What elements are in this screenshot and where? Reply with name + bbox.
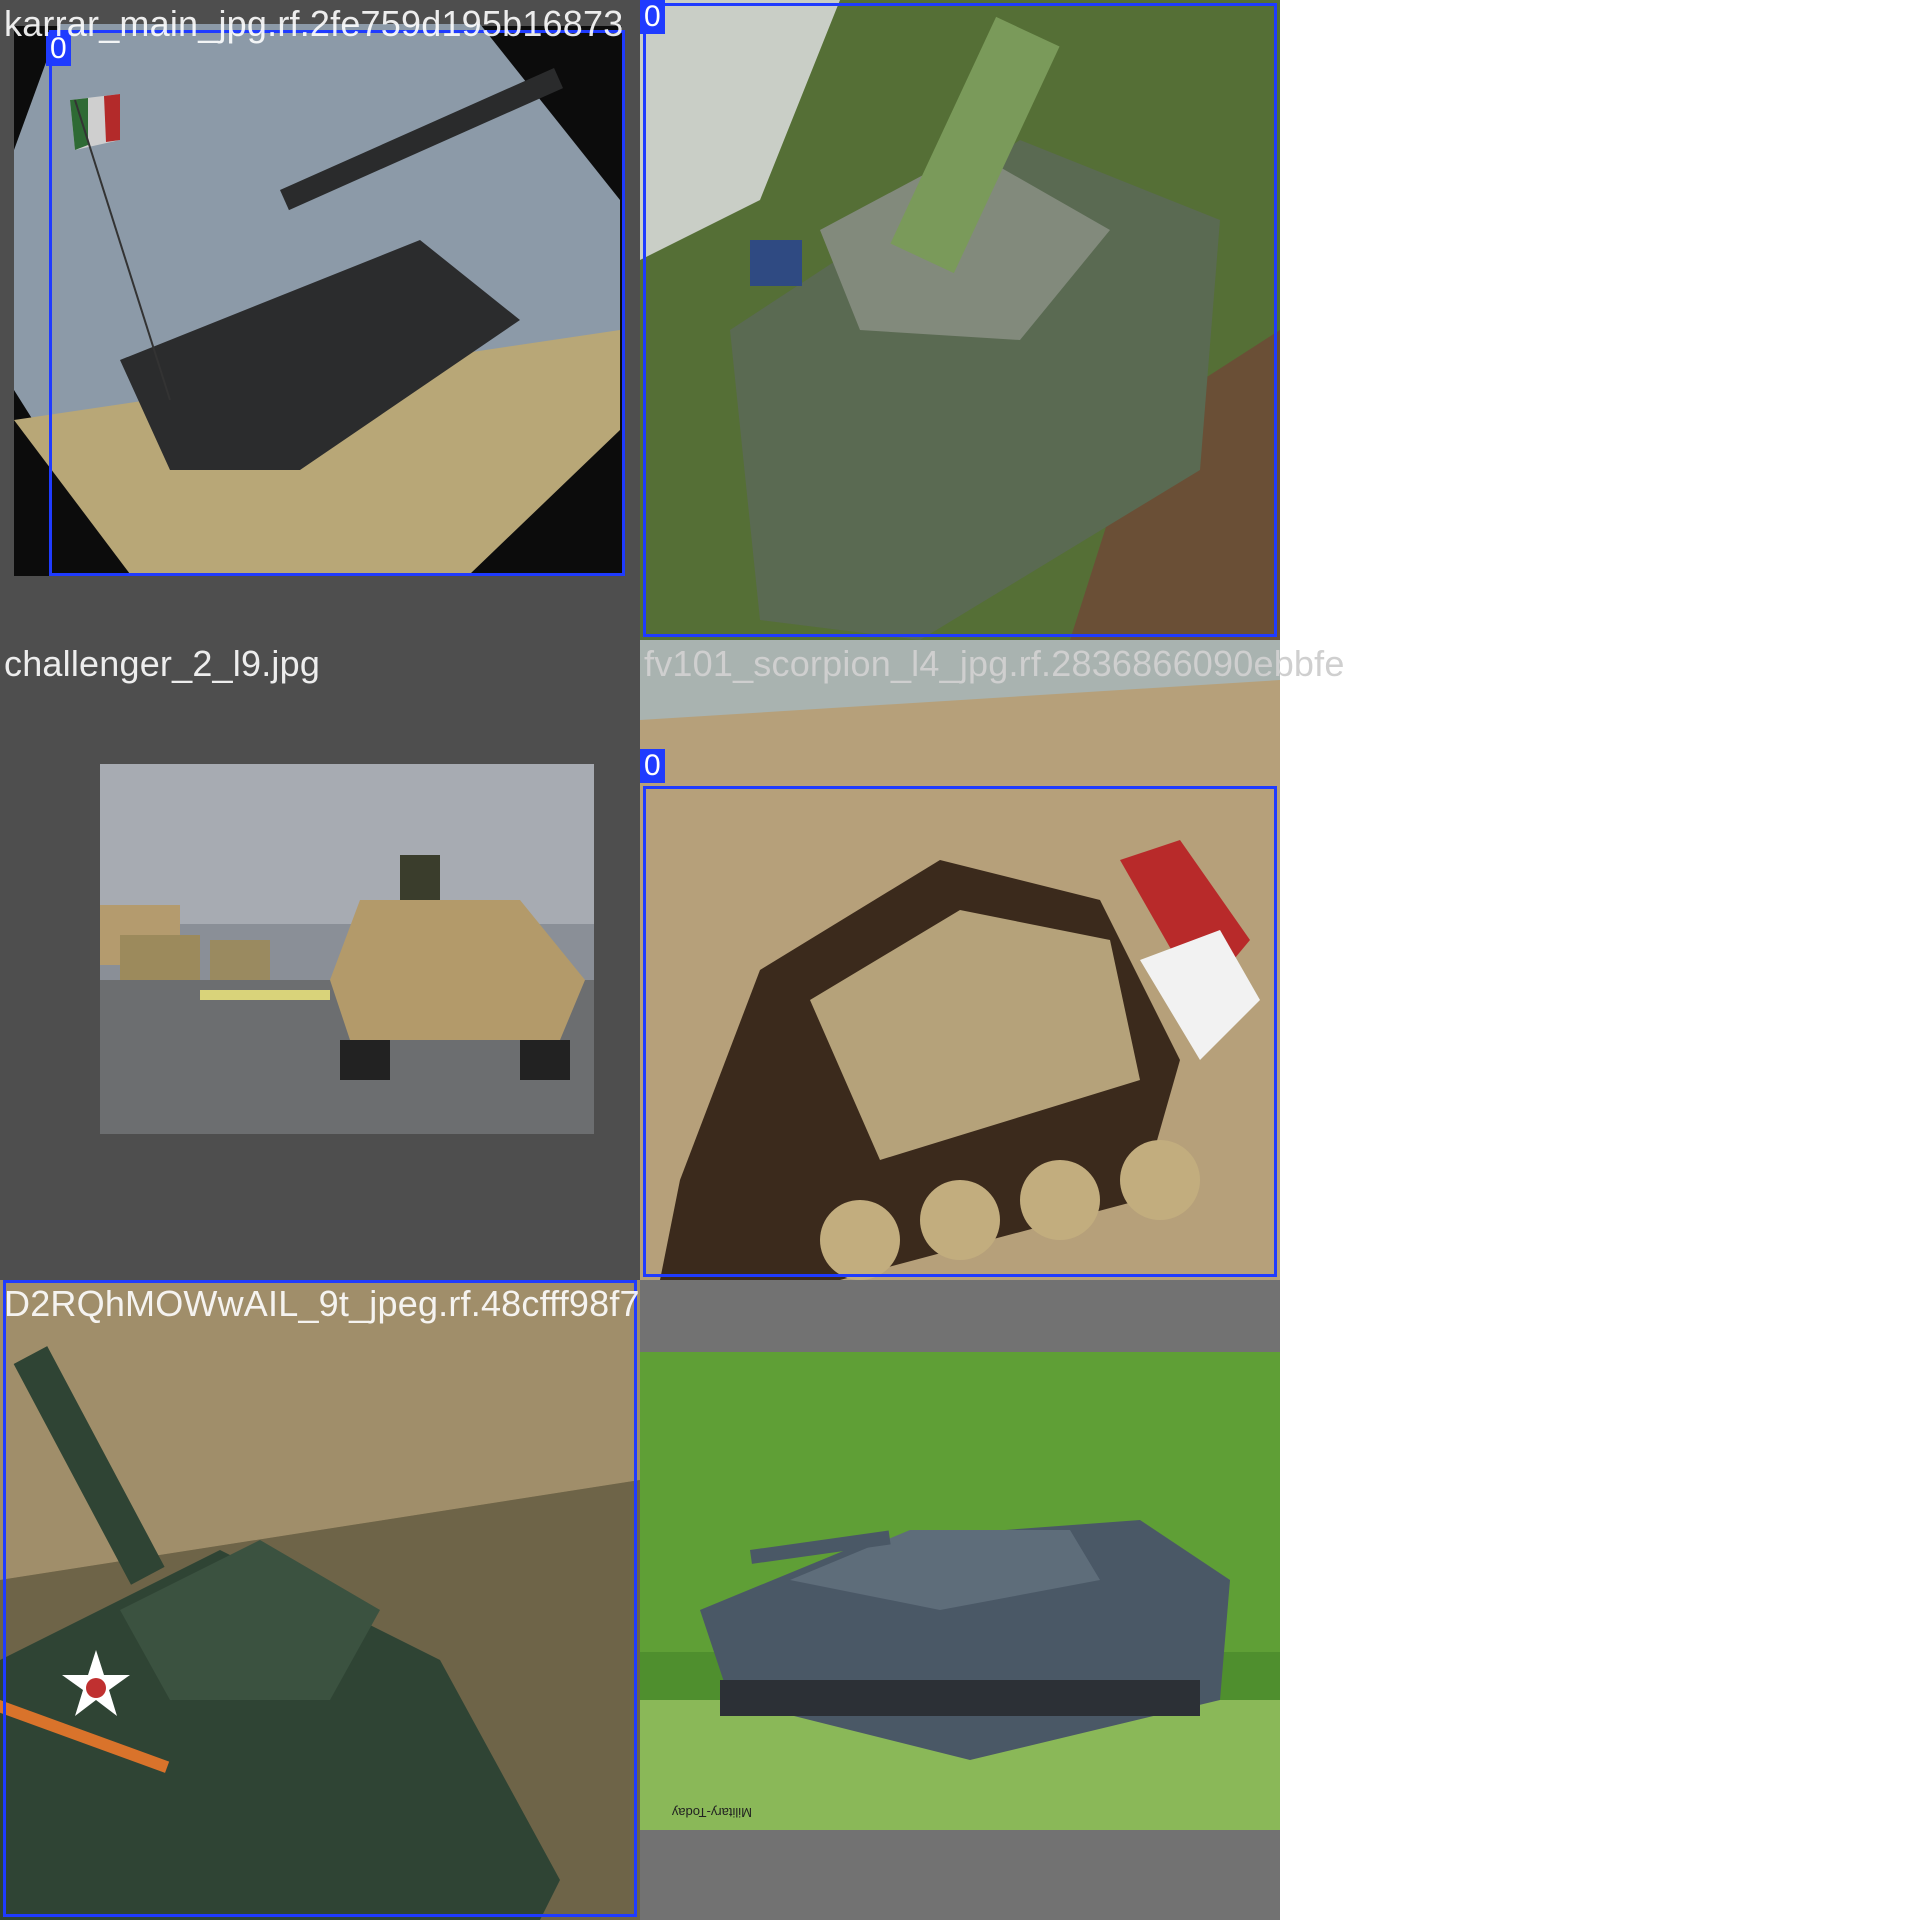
bounding-box <box>49 30 625 576</box>
bounding-box <box>3 1280 637 1917</box>
bounding-box <box>643 3 1277 637</box>
tile-challenger: challenger_2_l9.jpg <box>0 640 640 1280</box>
detection-mosaic: 0 karrar_main_jpg.rf.2fe759d195b16873 0 <box>0 0 1920 1920</box>
tile-revolution: Military-Today <box>640 1280 1280 1920</box>
watermark-text: Military-Today <box>671 1805 752 1820</box>
image-filename: D2RQhMOWwAIL_9t_jpeg.rf.48cfff98f7c8cb10 <box>4 1283 640 1324</box>
tile-d2rqhmowwail: 0 D2RQhMOWwAIL_9t_jpeg.rf.48cfff98f7c8cb… <box>0 1280 640 1920</box>
image-filename: challenger_2_l9.jpg <box>4 643 321 684</box>
tile-karrar: 0 karrar_main_jpg.rf.2fe759d195b16873 <box>0 0 640 640</box>
tile-image-challenger <box>0 640 640 1280</box>
tile-fv101-scorpion: 0 fv101_scorpion_l4_jpg.rf.2836866090ebb… <box>640 640 1344 1280</box>
class-id-tag: 0 <box>640 0 665 34</box>
image-filename: karrar_main_jpg.rf.2fe759d195b16873 <box>4 3 624 44</box>
tile-image-revolution: Military-Today <box>640 1280 1280 1920</box>
tile-cv9120t: 0 <box>640 0 1280 640</box>
class-id-tag: 0 <box>640 749 665 783</box>
bounding-box <box>643 786 1277 1277</box>
image-filename: fv101_scorpion_l4_jpg.rf.2836866090ebbfe <box>644 643 1345 684</box>
